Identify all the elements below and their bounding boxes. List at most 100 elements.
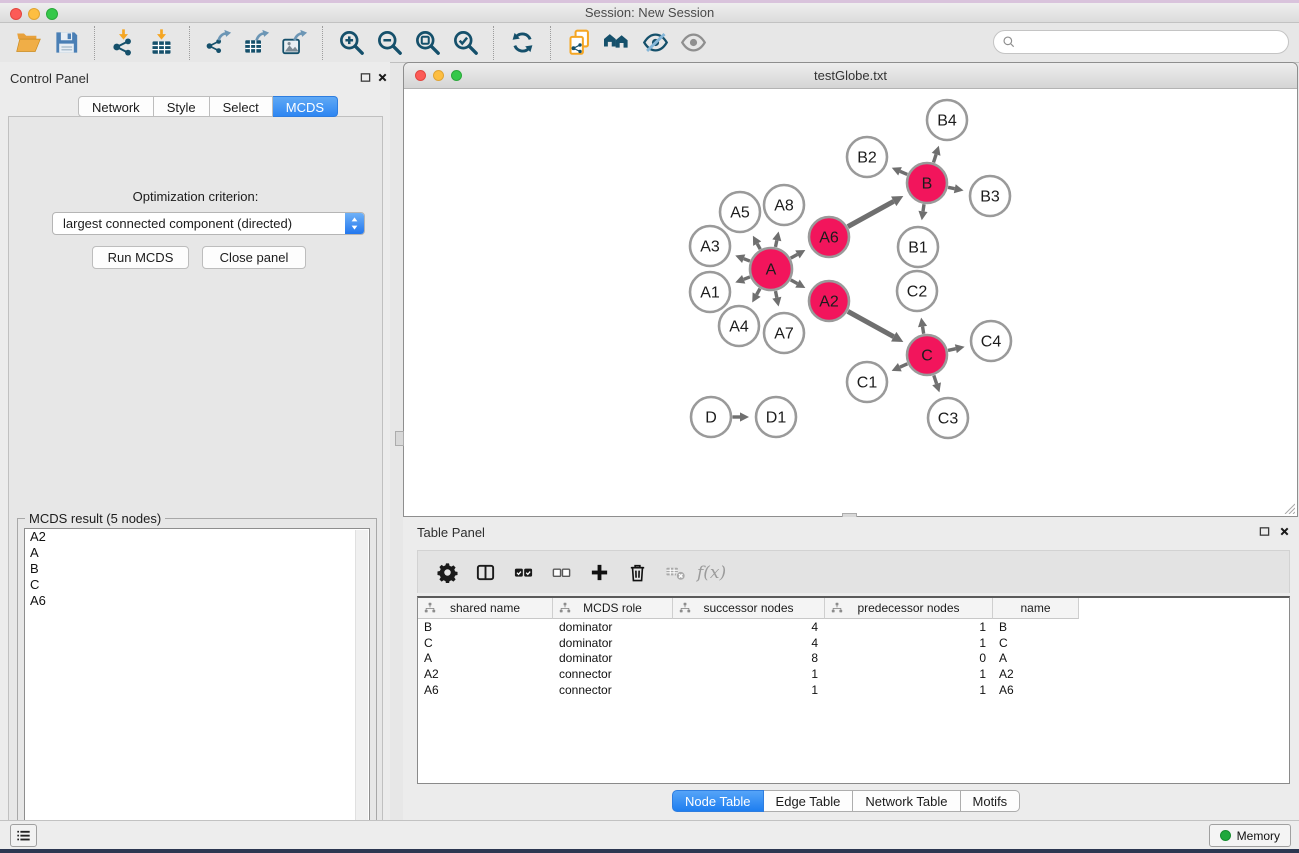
close-panel-button[interactable]: Close panel xyxy=(202,246,306,269)
table-cell[interactable]: A xyxy=(993,651,1079,665)
mcds-result-item[interactable]: A2 xyxy=(25,529,369,545)
tab-style[interactable]: Style xyxy=(154,96,210,117)
table-cell[interactable]: dominator xyxy=(553,620,673,634)
table-cell[interactable]: A xyxy=(418,651,553,665)
table-cell[interactable]: 1 xyxy=(673,667,825,681)
zoom-out-button[interactable] xyxy=(370,27,408,59)
edge-B-B2[interactable] xyxy=(900,171,907,174)
tab-select[interactable]: Select xyxy=(210,96,273,117)
delete-row-button[interactable] xyxy=(618,557,656,587)
edge-A-A3[interactable] xyxy=(744,259,750,261)
table-cell[interactable]: 4 xyxy=(673,620,825,634)
table-cell[interactable]: dominator xyxy=(553,651,673,665)
network-graph-canvas[interactable]: A5A8A3AA1A4A7A6A2B2B4BB3B1C2C4CC1C3DD1 xyxy=(404,88,1297,516)
edge-B-B1[interactable] xyxy=(923,204,924,211)
table-cell[interactable]: 4 xyxy=(673,636,825,650)
table-cell[interactable]: 0 xyxy=(825,651,993,665)
node-table[interactable]: shared nameMCDS rolesuccessor nodesprede… xyxy=(417,596,1290,784)
task-history-button[interactable] xyxy=(10,824,37,847)
table-cell[interactable]: connector xyxy=(553,667,673,681)
tab-node-table[interactable]: Node Table xyxy=(672,790,764,812)
table-cell[interactable]: 1 xyxy=(825,667,993,681)
add-row-button[interactable] xyxy=(580,557,618,587)
tab-network[interactable]: Network xyxy=(78,96,154,117)
import-network-button[interactable] xyxy=(104,27,142,59)
edge-C-C4[interactable] xyxy=(948,349,956,351)
tab-network-table[interactable]: Network Table xyxy=(853,790,960,812)
zoom-fit-button[interactable] xyxy=(408,27,446,59)
table-cell[interactable]: C xyxy=(418,636,553,650)
table-cell[interactable]: A6 xyxy=(418,683,553,697)
float-panel-icon[interactable] xyxy=(359,71,372,84)
edge-A-A7[interactable] xyxy=(775,291,776,298)
export-network-button[interactable] xyxy=(199,27,237,59)
table-cell[interactable]: 1 xyxy=(673,683,825,697)
edge-A2-C[interactable] xyxy=(848,311,894,336)
home-button[interactable] xyxy=(598,27,636,59)
table-row[interactable]: Bdominator41B xyxy=(418,619,1289,635)
edge-C-C2[interactable] xyxy=(923,327,924,334)
deselect-all-button[interactable] xyxy=(542,557,580,587)
float-table-panel-icon[interactable] xyxy=(1258,525,1271,538)
show-graphics-button[interactable] xyxy=(674,27,712,59)
mcds-result-item[interactable]: A6 xyxy=(25,593,369,609)
tab-edge-table[interactable]: Edge Table xyxy=(764,790,854,812)
table-cell[interactable]: B xyxy=(993,620,1079,634)
export-table-button[interactable] xyxy=(237,27,275,59)
close-table-panel-icon[interactable] xyxy=(1278,525,1291,538)
copy-network-button[interactable] xyxy=(560,27,598,59)
window-resize-grip[interactable] xyxy=(1282,501,1295,514)
table-cell[interactable]: 1 xyxy=(825,636,993,650)
search-field[interactable] xyxy=(993,30,1289,54)
table-cell[interactable]: B xyxy=(418,620,553,634)
edge-A-A1[interactable] xyxy=(744,277,750,279)
edge-C-C1[interactable] xyxy=(900,364,908,367)
table-cell[interactable]: A2 xyxy=(993,667,1079,681)
table-cell[interactable]: dominator xyxy=(553,636,673,650)
tab-mcds[interactable]: MCDS xyxy=(273,96,338,117)
memory-button[interactable]: Memory xyxy=(1209,824,1291,847)
mcds-result-item[interactable]: B xyxy=(25,561,369,577)
column-header-successor-nodes[interactable]: successor nodes xyxy=(673,598,825,619)
result-list-scrollbar[interactable] xyxy=(355,530,368,845)
edge-A-A5[interactable] xyxy=(757,244,760,250)
table-cell[interactable]: A2 xyxy=(418,667,553,681)
edge-A-A8[interactable] xyxy=(775,240,776,247)
tab-motifs[interactable]: Motifs xyxy=(961,790,1021,812)
split-pane-handle-vertical[interactable] xyxy=(395,431,404,446)
close-panel-icon[interactable] xyxy=(376,71,389,84)
zoom-in-button[interactable] xyxy=(332,27,370,59)
edge-A-A4[interactable] xyxy=(757,289,760,295)
refresh-button[interactable] xyxy=(503,27,541,59)
export-image-button[interactable] xyxy=(275,27,313,59)
column-header-predecessor-nodes[interactable]: predecessor nodes xyxy=(825,598,993,619)
table-row[interactable]: Adominator80A xyxy=(418,650,1289,666)
network-window-titlebar[interactable]: testGlobe.txt xyxy=(404,63,1297,89)
edge-B-B4[interactable] xyxy=(934,154,937,162)
edge-A-A6[interactable] xyxy=(791,254,798,258)
select-all-button[interactable] xyxy=(504,557,542,587)
columns-button[interactable] xyxy=(466,557,504,587)
table-cell[interactable]: 1 xyxy=(825,620,993,634)
table-cell[interactable]: 1 xyxy=(825,683,993,697)
zoom-selected-button[interactable] xyxy=(446,27,484,59)
table-cell[interactable]: A6 xyxy=(993,683,1079,697)
import-table-button[interactable] xyxy=(142,27,180,59)
open-session-button[interactable] xyxy=(9,27,47,59)
hide-graphics-button[interactable] xyxy=(636,27,674,59)
column-header-shared-name[interactable]: shared name xyxy=(418,598,553,619)
mcds-result-list[interactable]: A2ABCA6 xyxy=(24,528,370,847)
optimization-criterion-select[interactable]: largest connected component (directed) xyxy=(52,212,365,235)
table-cell[interactable]: C xyxy=(993,636,1079,650)
settings-button[interactable] xyxy=(428,557,466,587)
mcds-result-item[interactable]: C xyxy=(25,577,369,593)
edge-B-B3[interactable] xyxy=(948,187,955,188)
save-session-button[interactable] xyxy=(47,27,85,59)
search-input[interactable] xyxy=(1021,34,1288,51)
table-row[interactable]: Cdominator41C xyxy=(418,635,1289,651)
edge-C-C3[interactable] xyxy=(934,375,937,383)
edge-A6-B[interactable] xyxy=(848,201,894,226)
table-cell[interactable]: 8 xyxy=(673,651,825,665)
column-header-name[interactable]: name xyxy=(993,598,1079,619)
table-cell[interactable]: connector xyxy=(553,683,673,697)
